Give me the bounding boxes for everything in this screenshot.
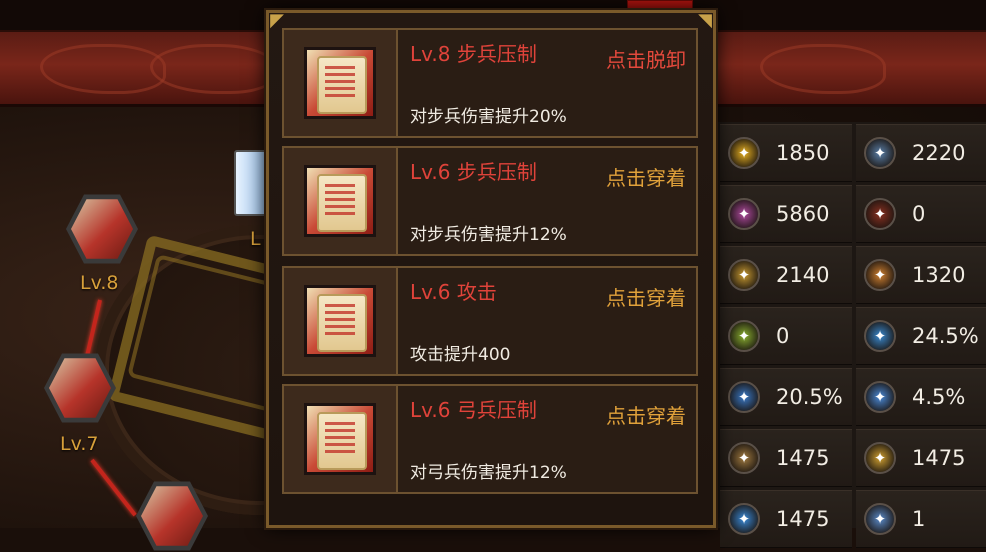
skill-node-label: L	[250, 228, 261, 250]
strike-icon: ✦	[728, 259, 760, 291]
scroll-icon	[304, 285, 376, 357]
equipment-item[interactable]: Lv.8 步兵压制 点击脱卸 对步兵伤害提升20%	[282, 28, 698, 138]
fist-icon: ✦	[864, 259, 896, 291]
wave-icon: ✦	[728, 503, 760, 535]
stat-cell: ✦ 1475	[720, 429, 852, 487]
critical-icon: ✦	[728, 381, 760, 413]
stat-value: 0	[776, 324, 790, 348]
stat-cell: ✦ 2140	[720, 246, 852, 304]
stat-cell: ✦ 1	[856, 490, 986, 548]
stat-row: ✦ 20.5% ✦ 4.5%	[716, 368, 986, 426]
equip-button[interactable]: 点击穿着	[606, 282, 686, 311]
poison-icon: ✦	[728, 320, 760, 352]
item-name: Lv.6 步兵压制	[410, 160, 537, 184]
item-name: Lv.6 攻击	[410, 280, 497, 304]
equipment-item[interactable]: Lv.6 步兵压制 点击穿着 对步兵伤害提升12%	[282, 146, 698, 256]
pierce-icon: ✦	[864, 381, 896, 413]
banner-ornament	[40, 44, 166, 94]
orb-icon: ✦	[864, 503, 896, 535]
stat-value: 1475	[912, 446, 966, 470]
burst-icon: ✦	[864, 442, 896, 474]
stat-value: 4.5%	[912, 385, 966, 409]
equipment-item[interactable]: Lv.6 弓兵压制 点击穿着 对弓兵伤害提升12%	[282, 384, 698, 494]
stat-value: 20.5%	[776, 385, 843, 409]
item-name: Lv.6 弓兵压制	[410, 398, 537, 422]
stat-row: ✦ 2140 ✦ 1320	[716, 246, 986, 304]
unequip-button[interactable]: 点击脱卸	[606, 44, 686, 73]
item-icon-frame	[284, 386, 398, 492]
stat-cell: ✦ 1475	[856, 429, 986, 487]
stat-row: ✦ 0 ✦ 24.5%	[716, 307, 986, 365]
item-description: 攻击提升400	[410, 345, 511, 365]
stat-value: 0	[912, 202, 926, 226]
scroll-icon	[304, 47, 376, 119]
item-name: Lv.8 步兵压制	[410, 42, 537, 66]
stat-cell: ✦ 4.5%	[856, 368, 986, 426]
stat-value: 2220	[912, 141, 966, 165]
equip-button[interactable]: 点击穿着	[606, 400, 686, 429]
stat-value: 24.5%	[912, 324, 979, 348]
equip-button[interactable]: 点击穿着	[606, 162, 686, 191]
skill-node-label: Lv.8	[80, 272, 119, 294]
scroll-icon	[141, 486, 203, 546]
stats-panel: ✦ 1850 ✦ 2220 ✦ 5860 ✦ 0 ✦ 2140 ✦ 1320 ✦ 0 ✦ 24.5% ✦ 20.5…	[716, 122, 986, 548]
stat-cell: ✦ 24.5%	[856, 307, 986, 365]
stat-cell: ✦ 20.5%	[720, 368, 852, 426]
dodge-icon: ✦	[864, 320, 896, 352]
stat-value: 1320	[912, 263, 966, 287]
shield-icon: ✦	[864, 137, 896, 169]
stat-value: 2140	[776, 263, 830, 287]
stat-value: 1475	[776, 507, 830, 531]
item-description: 对弓兵伤害提升12%	[410, 463, 567, 483]
stat-value: 1475	[776, 446, 830, 470]
stat-cell: ✦ 0	[856, 185, 986, 243]
item-icon-frame	[284, 148, 398, 254]
stat-row: ✦ 1475 ✦ 1475	[716, 429, 986, 487]
warrior-icon: ✦	[864, 198, 896, 230]
scroll-icon	[71, 199, 133, 259]
stat-cell: ✦ 1475	[720, 490, 852, 548]
magic-burst-icon: ✦	[728, 198, 760, 230]
equipment-item[interactable]: Lv.6 攻击 点击穿着 攻击提升400	[282, 266, 698, 376]
item-icon-frame	[284, 30, 398, 136]
sword-slash-icon: ✦	[728, 137, 760, 169]
stat-cell: ✦ 2220	[856, 124, 986, 182]
skill-node-label: Lv.7	[60, 433, 99, 455]
scroll-icon	[304, 403, 376, 475]
stat-value: 5860	[776, 202, 830, 226]
banner-ornament	[760, 44, 886, 94]
stat-value: 1850	[776, 141, 830, 165]
stat-row: ✦ 5860 ✦ 0	[716, 185, 986, 243]
item-icon-frame	[284, 268, 398, 374]
stat-row: ✦ 1475 ✦ 1	[716, 490, 986, 548]
stat-cell: ✦ 5860	[720, 185, 852, 243]
scroll-icon	[49, 358, 111, 418]
stat-cell: ✦ 0	[720, 307, 852, 365]
scroll-icon	[304, 165, 376, 237]
item-description: 对步兵伤害提升20%	[410, 107, 567, 127]
stat-row: ✦ 1850 ✦ 2220	[716, 124, 986, 182]
item-description: 对步兵伤害提升12%	[410, 225, 567, 245]
banner-ornament	[150, 44, 276, 94]
stat-cell: ✦ 1850	[720, 124, 852, 182]
stat-value: 1	[912, 507, 926, 531]
beast-icon: ✦	[728, 442, 760, 474]
stat-cell: ✦ 1320	[856, 246, 986, 304]
